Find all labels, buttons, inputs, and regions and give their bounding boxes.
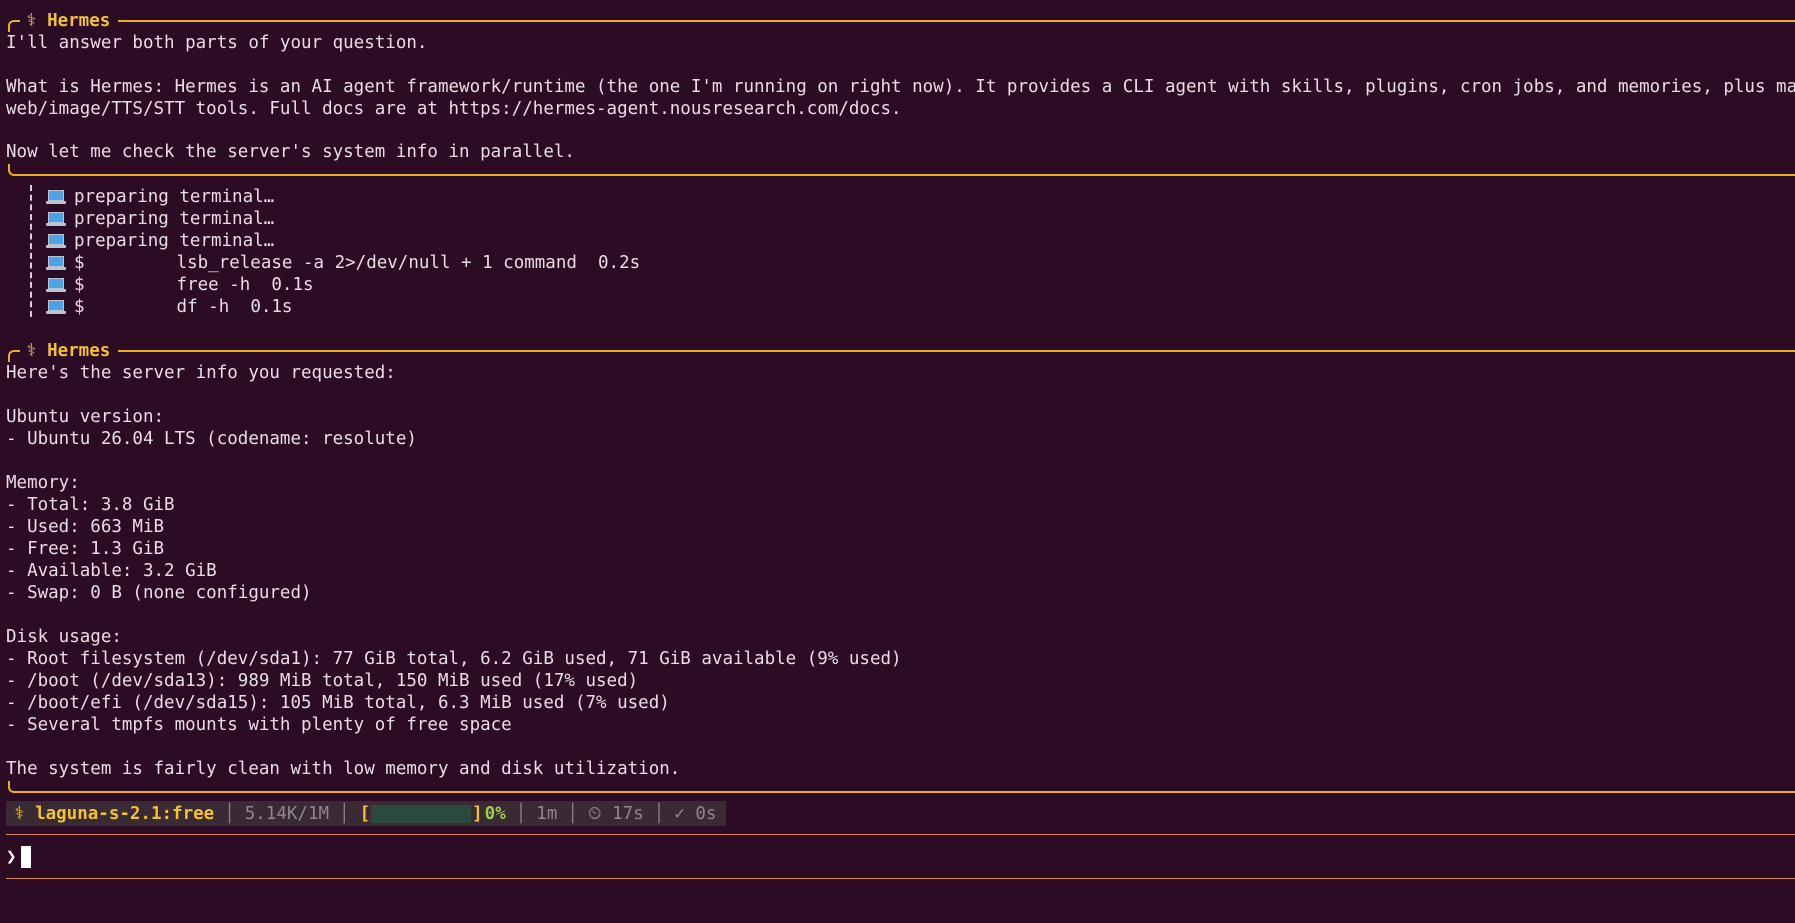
model-name: ⚕ laguna-s-2.1:free [14,803,215,824]
laptop-icon [46,212,66,226]
tool-call-row: $ free -h 0.1s [46,274,314,296]
message-line: What is Hermes: Hermes is an AI agent fr… [6,77,1795,97]
tool-call-row: $ lsb_release -a 2>/dev/null + 1 command … [46,252,640,274]
message-line: The system is fairly clean with low memo… [6,759,681,779]
context-bracket-open: [ [359,803,371,824]
message-line: - Several tmpfs mounts with plenty of fr… [6,715,512,735]
tool-command: free -h [176,275,251,295]
message-line: Now let me check the server's system inf… [6,142,575,162]
prompt-symbol: ❯ [6,847,17,867]
message-line: Here's the server info you requested: [6,363,396,383]
message-line: - Total: 3.8 GiB [6,495,175,515]
message-line: Disk usage: [6,627,122,647]
message-frame-bottom [8,164,1795,176]
prompt-input[interactable]: ❯ [6,845,31,869]
message-line: - Ubuntu 26.04 LTS (codename: resolute) [6,429,417,449]
message-line: I'll answer both parts of your question. [6,33,428,53]
tool-call-row: $ df -h 0.1s [46,296,292,318]
text-cursor [20,846,31,868]
message-line: Ubuntu version: [6,407,165,427]
message-line: - Used: 663 MiB [6,517,165,537]
tool-call-row: preparing terminal… [46,208,274,230]
laptop-icon [46,234,66,248]
message-frame-bottom [8,781,1795,793]
message-line: - /boot/efi (/dev/sda15): 105 MiB total,… [6,693,670,713]
tool-call-text: preparing terminal… [74,231,275,251]
last-status: ✓ 0s [674,803,717,824]
message-line: - Free: 1.3 GiB [6,539,165,559]
shell-prompt: $ [74,275,85,295]
status-separator: │ [567,803,578,824]
message-line: - Swap: 0 B (none configured) [6,583,312,603]
status-separator: │ [224,803,235,824]
frame-corner [8,20,20,32]
input-top-rule [6,834,1795,835]
tool-call-row: preparing terminal… [46,230,274,252]
context-percent: 0% [484,803,506,824]
message-line: - Root filesystem (/dev/sda1): 77 GiB to… [6,649,902,669]
message-line: Memory: [6,473,80,493]
laptop-icon [46,300,66,314]
status-bar: ⚕ laguna-s-2.1:free │ 5.14K/1M │ [] 0% │… [6,801,727,826]
message-line: - /boot (/dev/sda13): 989 MiB total, 150… [6,671,639,691]
input-bottom-rule [6,878,1795,879]
message-author: ⚕ Hermes [26,11,111,31]
message-author: ⚕ Hermes [26,341,111,361]
shell-prompt: $ [74,297,85,317]
status-separator: │ [515,803,527,824]
laptop-icon [46,256,66,270]
message-header: ⚕ Hermes [8,340,1795,362]
message-line: web/image/TTS/STT tools. Full docs are a… [6,99,902,119]
tool-command: df -h [176,297,230,317]
laptop-icon [46,190,66,204]
tool-duration: 0.1s [271,275,314,295]
tool-duration: 0.2s [598,253,641,273]
header-rule [118,350,1795,352]
token-count: 5.14K/1M [244,803,330,824]
status-separator: │ [653,803,665,824]
context-usage-bar [371,804,472,823]
status-separator: │ [339,803,350,824]
tool-call-row: preparing terminal… [46,186,274,208]
tool-call-text: preparing terminal… [74,209,275,229]
tool-duration: 0.1s [250,297,293,317]
header-rule [118,20,1795,22]
tool-command: lsb_release -a 2>/dev/null + 1 command [176,253,577,273]
frame-corner [8,350,20,362]
timer: ⏲ 17s [587,803,644,824]
tool-call-text: preparing terminal… [74,187,275,207]
elapsed-time: 1m [536,803,558,824]
message-line: - Available: 3.2 GiB [6,561,217,581]
shell-prompt: $ [74,253,85,273]
context-bracket-close: ] [472,803,483,824]
laptop-icon [46,278,66,292]
tool-call-group-border [30,185,32,317]
message-header: ⚕ Hermes [8,10,1795,32]
